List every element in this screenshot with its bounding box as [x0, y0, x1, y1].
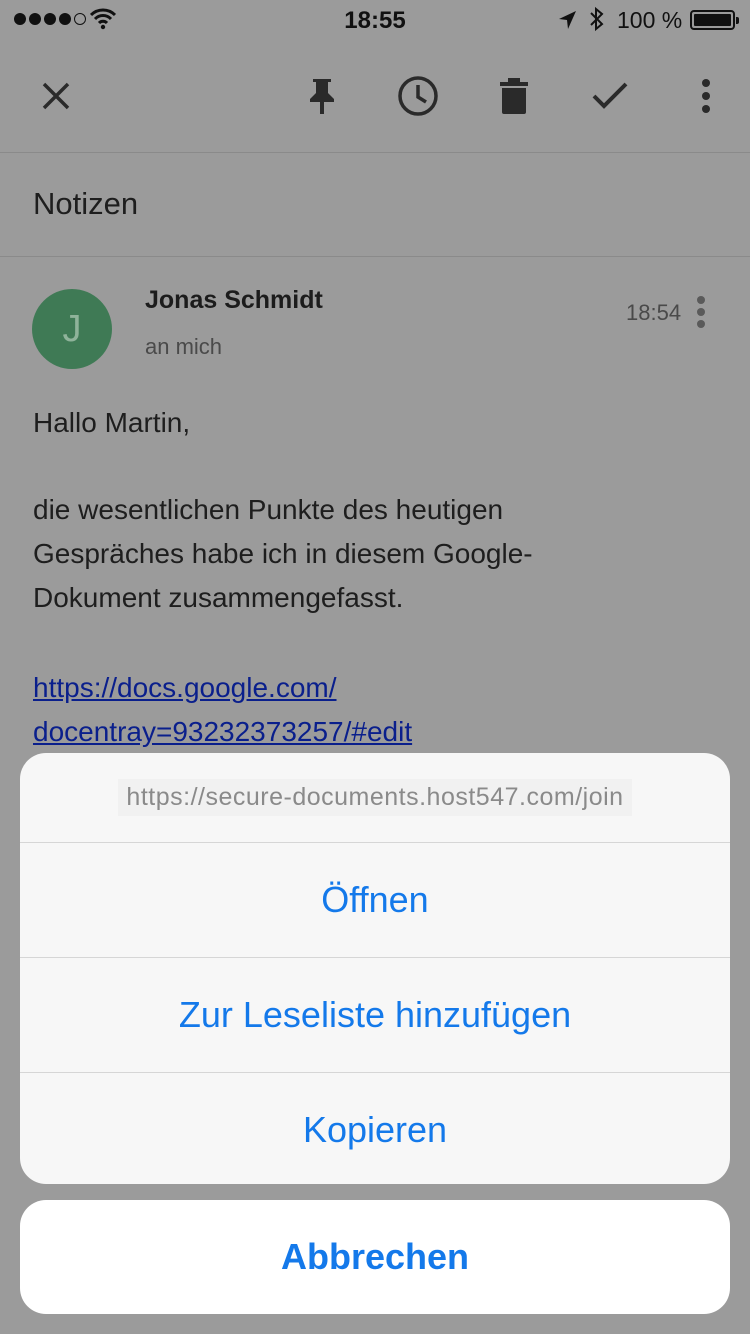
- cancel-button[interactable]: Abbrechen: [20, 1200, 730, 1314]
- copy-button[interactable]: Kopieren: [20, 1073, 730, 1184]
- action-sheet-url: https://secure-documents.host547.com/joi…: [118, 779, 632, 816]
- add-to-reading-list-button[interactable]: Zur Leseliste hinzufügen: [20, 958, 730, 1073]
- snooze-clock-icon[interactable]: [396, 74, 440, 118]
- recipient-label[interactable]: an mich: [145, 334, 222, 360]
- paragraph-line: Dokument zusammengefasst.: [33, 582, 404, 613]
- link-action-sheet: https://secure-documents.host547.com/joi…: [20, 753, 730, 1184]
- screen: 18:55 100 % Notizen J Jonas Schmidt an m…: [0, 0, 750, 1334]
- avatar[interactable]: J: [32, 289, 112, 369]
- paragraph-line: Gespräches habe ich in diesem Google-: [33, 538, 533, 569]
- document-link[interactable]: https://docs.google.com/ docentray=93232…: [33, 666, 412, 754]
- open-button[interactable]: Öffnen: [20, 843, 730, 958]
- battery-icon: [690, 10, 739, 30]
- action-sheet-url-header: https://secure-documents.host547.com/joi…: [20, 753, 730, 843]
- paragraph-line: die wesentlichen Punkte des heutigen: [33, 494, 504, 525]
- label-title: Notizen: [33, 186, 139, 221]
- close-icon[interactable]: [34, 74, 78, 118]
- status-bar: 18:55 100 %: [0, 0, 750, 40]
- message-time: 18:54: [626, 300, 682, 325]
- battery-percentage: 100 %: [617, 7, 683, 33]
- label-row: Notizen: [0, 152, 750, 257]
- link-line[interactable]: https://docs.google.com/: [33, 666, 412, 710]
- message-greeting: Hallo Martin,: [33, 407, 191, 438]
- message-more-icon[interactable]: [696, 295, 706, 334]
- message-paragraph: die wesentlichen Punkte des heutigen Ges…: [33, 488, 633, 620]
- bluetooth-icon: [590, 6, 604, 32]
- message-toolbar: [0, 40, 750, 153]
- link-line[interactable]: docentray=93232373257/#edit: [33, 710, 412, 754]
- more-vert-icon[interactable]: [684, 74, 728, 118]
- pin-icon[interactable]: [300, 74, 344, 118]
- location-arrow-icon: [559, 11, 576, 29]
- sender-name[interactable]: Jonas Schmidt: [145, 286, 323, 315]
- trash-icon[interactable]: [492, 74, 536, 118]
- checkmark-icon[interactable]: [588, 74, 632, 118]
